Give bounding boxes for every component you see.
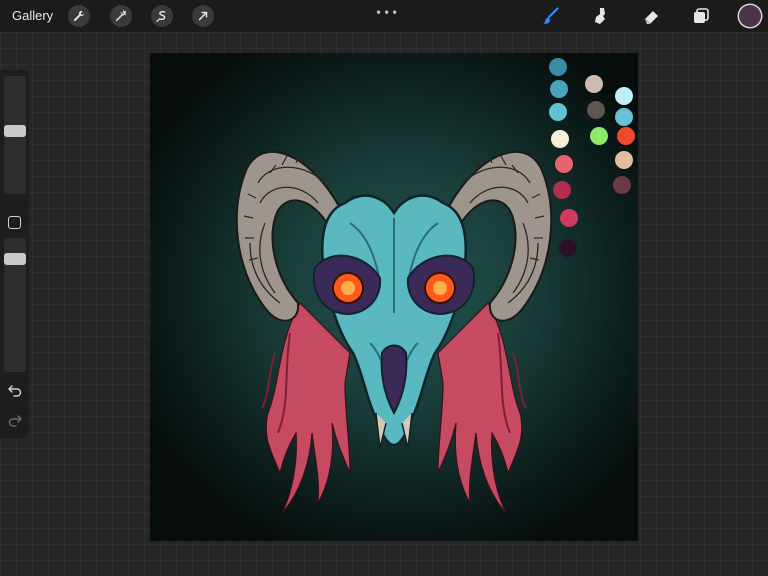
opacity-thumb[interactable] xyxy=(4,253,26,265)
drawing-canvas[interactable] xyxy=(150,53,638,541)
palette-swatch[interactable] xyxy=(613,176,631,194)
palette-swatch[interactable] xyxy=(550,80,568,98)
palette-swatch[interactable] xyxy=(615,108,633,126)
palette-swatch[interactable] xyxy=(617,127,635,145)
left-hair xyxy=(261,302,351,514)
palette-swatch[interactable] xyxy=(549,103,567,121)
selection-icon[interactable] xyxy=(151,5,173,27)
palette-swatch[interactable] xyxy=(555,155,573,173)
undo-icon[interactable] xyxy=(7,382,23,398)
magic-wand-icon[interactable] xyxy=(110,5,132,27)
palette-swatch[interactable] xyxy=(585,75,603,93)
gallery-button[interactable]: Gallery xyxy=(12,8,53,23)
top-toolbar: Gallery ••• xyxy=(0,0,768,32)
wrench-icon[interactable] xyxy=(68,5,90,27)
palette-swatch[interactable] xyxy=(560,209,578,227)
smudge-icon[interactable] xyxy=(590,5,612,27)
palette-swatch[interactable] xyxy=(553,181,571,199)
current-color-swatch[interactable] xyxy=(739,5,761,27)
palette-swatch[interactable] xyxy=(615,151,633,169)
palette-swatch[interactable] xyxy=(551,130,569,148)
left-sidebar xyxy=(0,70,29,438)
palette-swatch[interactable] xyxy=(549,58,567,76)
palette-swatch[interactable] xyxy=(615,87,633,105)
ram-skull-artwork xyxy=(235,151,553,514)
redo-icon[interactable] xyxy=(7,412,23,428)
eraser-icon[interactable] xyxy=(640,5,662,27)
palette-swatch[interactable] xyxy=(590,127,608,145)
brush-icon[interactable] xyxy=(540,5,562,27)
palette-swatch[interactable] xyxy=(559,239,577,257)
right-hair xyxy=(437,302,527,514)
palette-swatch[interactable] xyxy=(587,101,605,119)
layers-icon[interactable] xyxy=(690,5,712,27)
modify-button[interactable] xyxy=(8,216,21,229)
brush-size-thumb[interactable] xyxy=(4,125,26,137)
transform-arrow-icon[interactable] xyxy=(192,5,214,27)
more-options-button[interactable]: ••• xyxy=(375,6,399,20)
